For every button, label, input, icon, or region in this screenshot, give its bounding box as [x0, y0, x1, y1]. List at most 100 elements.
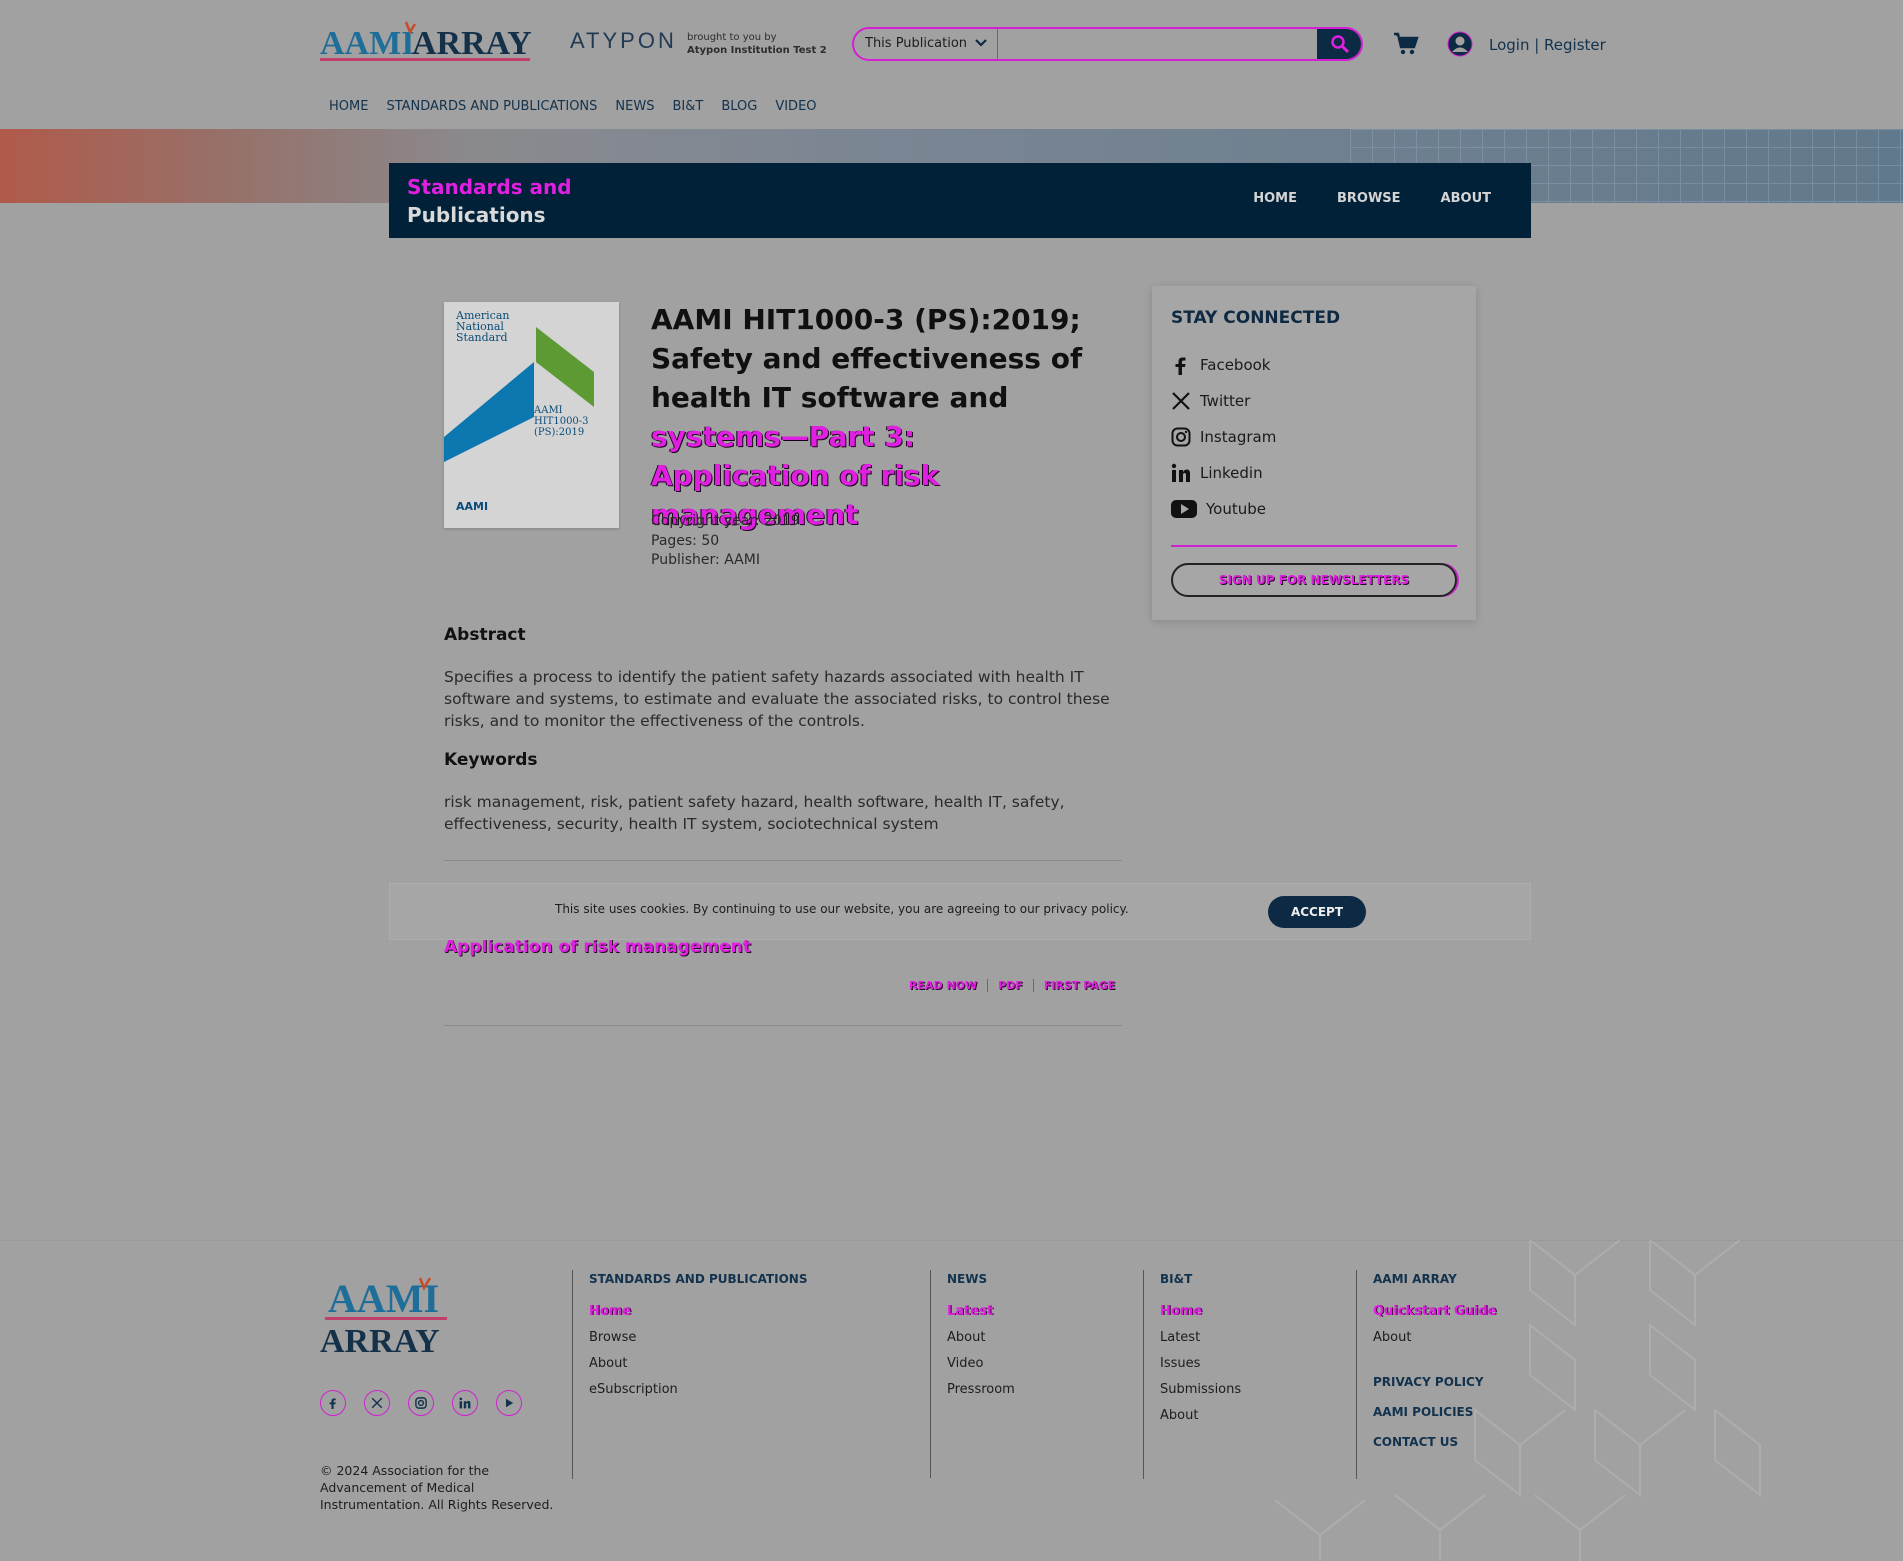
footer-youtube-icon[interactable]: [496, 1390, 522, 1416]
aami-policies-link[interactable]: AAMI POLICIES: [1373, 1405, 1556, 1419]
footer-link[interactable]: Latest: [947, 1304, 1130, 1319]
cover-code-line: HIT1000-3: [534, 416, 589, 427]
user-icon[interactable]: [1447, 31, 1473, 57]
pdf-link[interactable]: PDF: [987, 979, 1033, 992]
footer-link[interactable]: About: [947, 1330, 1130, 1345]
footer-link[interactable]: About: [1160, 1408, 1343, 1423]
search-button[interactable]: [1317, 29, 1361, 59]
footer-link[interactable]: Submissions: [1160, 1382, 1343, 1397]
book-cover[interactable]: American National Standard AAMI HIT1000-…: [444, 302, 619, 528]
subnav-about[interactable]: ABOUT: [1441, 191, 1491, 206]
footer-link[interactable]: Home: [1160, 1304, 1343, 1319]
divider: [444, 1025, 1122, 1026]
stay-connected-panel: STAY CONNECTED Facebook Twitter Instagra…: [1152, 286, 1476, 620]
institution-name: Atypon Institution Test 2: [687, 45, 827, 56]
cover-line: Standard: [456, 331, 508, 344]
institution-info: brought to you by Atypon Institution Tes…: [687, 31, 827, 57]
main-nav: HOME STANDARDS AND PUBLICATIONS NEWS BI&…: [329, 99, 835, 114]
stay-connected-heading: STAY CONNECTED: [1171, 308, 1341, 328]
keywords-heading: Keywords: [444, 750, 538, 770]
footer-instagram-icon[interactable]: [408, 1390, 434, 1416]
content-item-links: READ NOW PDF FIRST PAGE: [909, 979, 1125, 992]
book-title: AAMI HIT1000-3 (PS):2019; Safety and eff…: [651, 300, 1101, 534]
social-label: Linkedin: [1200, 464, 1263, 482]
nav-standards[interactable]: STANDARDS AND PUBLICATIONS: [386, 99, 597, 114]
footer-col-array: AAMI ARRAY Quickstart Guide About PRIVAC…: [1356, 1270, 1556, 1479]
accept-cookies-button[interactable]: ACCEPT: [1268, 896, 1366, 928]
privacy-policy-link[interactable]: PRIVACY POLICY: [1373, 1375, 1556, 1389]
cover-publisher-logo: AAMI: [456, 500, 489, 513]
footer-facebook-icon[interactable]: [320, 1390, 346, 1416]
search-bar: This Publication: [852, 27, 1363, 61]
subnav-browse[interactable]: BROWSE: [1337, 191, 1401, 206]
social-facebook[interactable]: Facebook: [1171, 355, 1270, 375]
cart-icon[interactable]: [1392, 30, 1420, 58]
contact-us-link[interactable]: CONTACT US: [1373, 1435, 1556, 1449]
newsletter-signup-button[interactable]: SIGN UP FOR NEWSLETTERS: [1171, 563, 1457, 597]
social-label: Youtube: [1206, 500, 1266, 518]
social-instagram[interactable]: Instagram: [1171, 427, 1276, 447]
subnav-links: HOME BROWSE ABOUT: [1213, 191, 1491, 206]
copyright-year: Copyright year: 2019: [651, 513, 800, 529]
footer-link[interactable]: Browse: [589, 1330, 922, 1345]
first-page-link[interactable]: FIRST PAGE: [1032, 979, 1125, 992]
abstract-heading: Abstract: [444, 625, 526, 645]
login-register-link[interactable]: Login | Register: [1489, 36, 1606, 54]
publisher: Publisher: AAMI: [651, 552, 760, 568]
svg-text:AAMI: AAMI: [320, 25, 414, 62]
footer-logo[interactable]: AAMI ARRAY: [320, 1270, 450, 1360]
footer-link[interactable]: Video: [947, 1356, 1130, 1371]
x-twitter-icon: [1172, 392, 1190, 410]
footer-x-icon[interactable]: [364, 1390, 390, 1416]
footer-link[interactable]: Latest: [1160, 1330, 1343, 1345]
nav-bit[interactable]: BI&T: [672, 99, 703, 114]
social-twitter[interactable]: Twitter: [1171, 391, 1250, 411]
nav-video[interactable]: VIDEO: [775, 99, 816, 114]
aami-array-logo[interactable]: AAMI ARRAY: [320, 18, 532, 66]
chevron-down-icon: [975, 39, 987, 47]
cookie-text: This site uses cookies. By continuing to…: [555, 902, 1129, 916]
footer-link[interactable]: Quickstart Guide: [1373, 1304, 1556, 1319]
footer-col-bit: BI&T Home Latest Issues Submissions Abou…: [1143, 1270, 1343, 1479]
content-item-title[interactable]: Application of risk management: [444, 937, 751, 957]
nav-blog[interactable]: BLOG: [721, 99, 757, 114]
footer-link[interactable]: Home: [589, 1304, 922, 1319]
subnav-home[interactable]: HOME: [1253, 191, 1297, 206]
footer-col-heading: STANDARDS AND PUBLICATIONS: [589, 1272, 808, 1286]
social-label: Instagram: [1200, 428, 1277, 446]
keywords-text: risk management, risk, patient safety ha…: [444, 793, 1065, 833]
page-count: Pages: 50: [651, 532, 720, 549]
cover-code: AAMI HIT1000-3 (PS):2019: [534, 405, 589, 438]
subnav-title-line1: Standards and: [407, 175, 572, 199]
social-youtube[interactable]: Youtube: [1171, 499, 1266, 519]
brought-by-label: brought to you by: [687, 32, 777, 43]
social-label: Facebook: [1200, 356, 1271, 374]
footer-logo-bottom: ARRAY: [320, 1323, 440, 1356]
footer-link[interactable]: Pressroom: [947, 1382, 1130, 1397]
footer-link[interactable]: About: [1373, 1330, 1556, 1345]
search-icon: [1331, 35, 1350, 54]
search-scope-label: This Publication: [865, 36, 968, 51]
youtube-icon: [1171, 500, 1197, 518]
divider: [444, 860, 1122, 861]
book-meta: Copyright year: 2019 Pages: 50 Publisher…: [651, 512, 800, 571]
cover-code-line: AAMI: [534, 405, 563, 416]
footer-link[interactable]: Issues: [1160, 1356, 1343, 1371]
search-scope-select[interactable]: This Publication: [854, 29, 998, 59]
atypon-logo: ATYPON: [570, 28, 677, 53]
search-input[interactable]: [999, 29, 1317, 59]
facebook-icon: [1175, 357, 1186, 375]
cover-code-line: (PS):2019: [534, 427, 585, 438]
footer-link[interactable]: eSubscription: [589, 1382, 922, 1397]
footer-linkedin-icon[interactable]: [452, 1390, 478, 1416]
social-linkedin[interactable]: Linkedin: [1171, 463, 1263, 483]
read-now-link[interactable]: READ NOW: [909, 979, 987, 992]
footer-link[interactable]: About: [589, 1356, 922, 1371]
footer-col-standards: STANDARDS AND PUBLICATIONS Home Browse A…: [572, 1270, 922, 1479]
linkedin-icon: [1171, 463, 1190, 482]
subnav-title-line2: Publications: [407, 203, 546, 227]
nav-home[interactable]: HOME: [329, 99, 368, 114]
nav-news[interactable]: NEWS: [615, 99, 654, 114]
svg-text:ARRAY: ARRAY: [412, 25, 532, 62]
subnav-title[interactable]: Standards and Publications: [407, 173, 607, 229]
